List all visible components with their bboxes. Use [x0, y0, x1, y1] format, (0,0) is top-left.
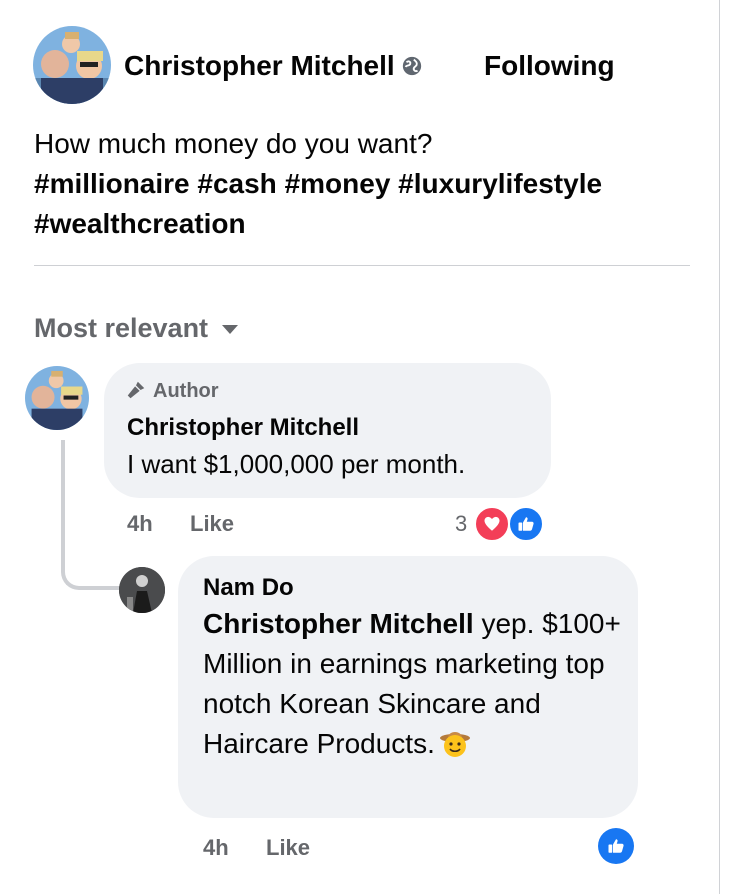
post-hashtags-line1[interactable]: #millionaire #cash #money #luxurylifesty… — [34, 164, 684, 204]
comment-like-button[interactable]: Like — [190, 511, 234, 537]
author-badge: Author — [125, 378, 219, 404]
sort-comments-dropdown[interactable]: Most relevant — [34, 311, 239, 345]
thumbs-up-reaction-icon[interactable] — [508, 506, 544, 542]
post-body: How much money do you want? #millionaire… — [34, 124, 684, 244]
reply-author-name[interactable]: Nam Do — [203, 573, 294, 603]
microphone-icon — [127, 381, 145, 399]
globe-icon — [402, 56, 421, 76]
post-text: How much money do you want? — [34, 128, 433, 159]
reply-text: Christopher Mitchell yep. $100+ Million … — [203, 604, 623, 764]
comment-text: I want $1,000,000 per month. — [127, 449, 466, 479]
post-hashtags-line2[interactable]: #wealthcreation — [34, 204, 684, 244]
thumbs-up-reaction-icon[interactable] — [598, 828, 634, 864]
mention-link[interactable]: Christopher Mitchell — [203, 608, 474, 639]
sort-label: Most relevant — [34, 313, 209, 343]
panel-border — [719, 0, 720, 894]
comment-timestamp[interactable]: 4h — [127, 511, 153, 537]
following-button[interactable]: Following — [484, 49, 615, 83]
author-avatar[interactable] — [33, 26, 111, 104]
heart-reaction-icon[interactable] — [474, 506, 510, 542]
comment-author-name[interactable]: Christopher Mitchell — [127, 413, 359, 443]
post-author-name[interactable]: Christopher Mitchell — [124, 49, 423, 83]
reaction-count[interactable]: 3 — [455, 511, 467, 537]
reply-timestamp[interactable]: 4h — [203, 835, 229, 861]
reply-text-line1: yep. — [473, 608, 535, 639]
reply-like-button[interactable]: Like — [266, 835, 310, 861]
comment-author-avatar[interactable] — [25, 366, 89, 430]
divider — [34, 265, 690, 266]
cowboy-emoji-icon — [439, 732, 470, 757]
chevron-down-icon — [222, 325, 239, 334]
reply-author-avatar[interactable] — [119, 567, 165, 613]
